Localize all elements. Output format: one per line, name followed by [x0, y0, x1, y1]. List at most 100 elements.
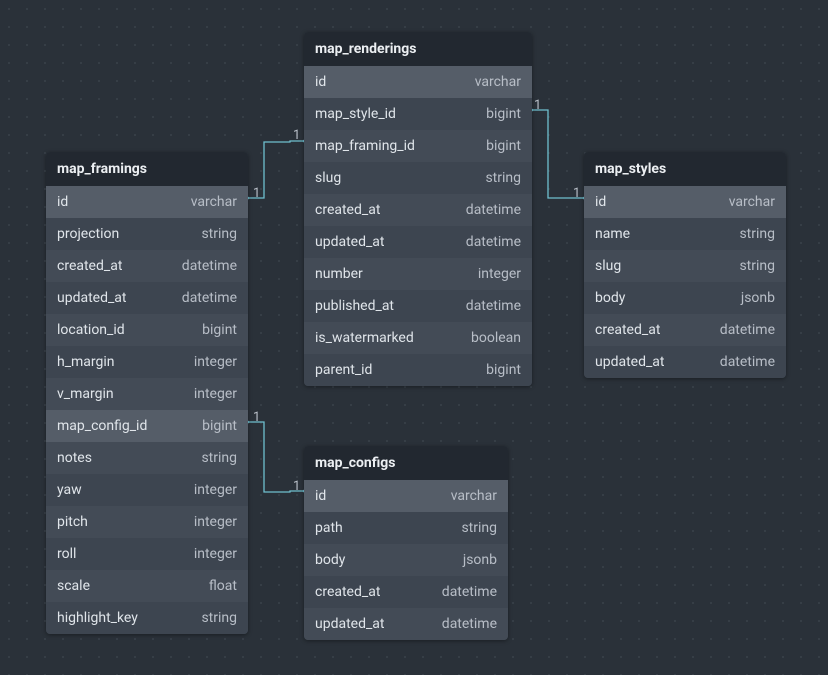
table-header[interactable]: map_configs [304, 446, 508, 480]
column-type: integer [194, 482, 237, 498]
column-type: integer [194, 514, 237, 530]
column-type: datetime [720, 354, 775, 370]
column-type: string [739, 226, 775, 242]
column-type: string [201, 450, 237, 466]
column-type: datetime [182, 258, 237, 274]
column-name: updated_at [315, 616, 385, 632]
relationship-cardinality: 1 [534, 98, 541, 113]
column-type: integer [478, 266, 521, 282]
table-row[interactable]: slug string [584, 250, 786, 282]
relationship-cardinality: 1 [293, 479, 300, 494]
column-name: updated_at [57, 290, 127, 306]
table-row[interactable]: published_atdatetime [304, 290, 532, 322]
table-row[interactable]: id varchar [304, 480, 508, 512]
column-name: created_at [595, 322, 660, 338]
table-row[interactable]: updated_atdatetime [46, 282, 248, 314]
column-name: updated_at [315, 234, 385, 250]
column-type: bigint [202, 418, 237, 434]
column-name: updated_at [595, 354, 665, 370]
column-type: varchar [475, 74, 521, 90]
column-name: published_at [315, 298, 394, 314]
table-row[interactable]: updated_at datetime [584, 346, 786, 378]
table-row[interactable]: slug string [304, 162, 532, 194]
table-map_styles[interactable]: map_stylesidvarchar name string slug string b… [584, 152, 786, 378]
table-header[interactable]: map_framings [46, 152, 248, 186]
table-row[interactable]: updated_at datetime [304, 226, 532, 258]
column-name: body [595, 290, 625, 306]
table-row[interactable]: v_margininteger [46, 378, 248, 410]
column-type: datetime [720, 322, 775, 338]
column-type: string [485, 170, 521, 186]
table-row[interactable]: map_framing_idbigint [304, 130, 532, 162]
table-row[interactable]: bodyjsonb [304, 544, 508, 576]
table-row[interactable]: updated_atdatetime [304, 608, 508, 640]
table-row[interactable]: notes string [46, 442, 248, 474]
table-row[interactable]: created_atdatetime [304, 576, 508, 608]
column-name: id [57, 194, 68, 210]
column-type: bigint [486, 106, 521, 122]
column-type: string [201, 226, 237, 242]
table-row[interactable]: idvarchar [304, 66, 532, 98]
column-name: id [315, 488, 326, 504]
relationship-cardinality: 1 [253, 186, 260, 201]
table-row[interactable]: idvarchar [584, 186, 786, 218]
column-name: roll [57, 546, 76, 562]
relationship-line [532, 110, 584, 198]
table-header[interactable]: map_styles [584, 152, 786, 186]
table-map_configs[interactable]: map_configsid varchar pathstringbodyjsonbc… [304, 446, 508, 640]
column-name: created_at [57, 258, 122, 274]
column-name: highlight_key [57, 610, 138, 626]
table-row[interactable]: pathstring [304, 512, 508, 544]
table-row[interactable]: number integer [304, 258, 532, 290]
table-row[interactable]: name string [584, 218, 786, 250]
column-type: string [739, 258, 775, 274]
column-name: slug [315, 170, 341, 186]
column-name: map_framing_id [315, 138, 415, 154]
table-row[interactable]: created_atdatetime [304, 194, 532, 226]
column-name: map_config_id [57, 418, 147, 434]
table-header[interactable]: map_renderings [304, 32, 532, 66]
column-name: created_at [315, 202, 380, 218]
column-name: pitch [57, 514, 88, 530]
column-type: integer [194, 546, 237, 562]
table-row[interactable]: id varchar [46, 186, 248, 218]
table-map_framings[interactable]: map_framingsidvarcharprojectionstringcre… [46, 152, 248, 634]
column-type: varchar [451, 488, 497, 504]
table-row[interactable]: projectionstring [46, 218, 248, 250]
column-name: map_style_id [315, 106, 396, 122]
column-type: string [461, 520, 497, 536]
table-row[interactable]: location_id bigint [46, 314, 248, 346]
table-row[interactable]: body jsonb [584, 282, 786, 314]
relationship-cardinality: 1 [293, 128, 300, 143]
table-row[interactable]: is_watermarkedboolean [304, 322, 532, 354]
column-name: location_id [57, 322, 125, 338]
column-name: slug [595, 258, 621, 274]
table-row[interactable]: roll integer [46, 538, 248, 570]
table-row[interactable]: created_at datetime [46, 250, 248, 282]
column-name: notes [57, 450, 92, 466]
column-name: body [315, 552, 345, 568]
table-row[interactable]: highlight_key string [46, 602, 248, 634]
relationship-cardinality: 1 [253, 410, 260, 425]
table-row[interactable]: pitch integer [46, 506, 248, 538]
table-row[interactable]: h_margininteger [46, 346, 248, 378]
table-map_renderings[interactable]: map_renderingsidvarchar map_style_id bigin… [304, 32, 532, 386]
column-name: is_watermarked [315, 330, 414, 346]
column-type: bigint [202, 322, 237, 338]
column-type: datetime [466, 234, 521, 250]
column-name: number [315, 266, 363, 282]
column-name: id [595, 194, 606, 210]
table-row[interactable]: yawinteger [46, 474, 248, 506]
relationship-cardinality: 1 [573, 186, 580, 201]
column-type: varchar [191, 194, 237, 210]
table-row[interactable]: created_at datetime [584, 314, 786, 346]
table-row[interactable]: map_config_id bigint [46, 410, 248, 442]
column-type: jsonb [741, 290, 775, 306]
table-row[interactable]: scalefloat [46, 570, 248, 602]
column-name: parent_id [315, 362, 372, 378]
column-type: integer [194, 386, 237, 402]
table-row[interactable]: parent_idbigint [304, 354, 532, 386]
column-type: string [201, 610, 237, 626]
column-name: name [595, 226, 630, 242]
table-row[interactable]: map_style_id bigint [304, 98, 532, 130]
